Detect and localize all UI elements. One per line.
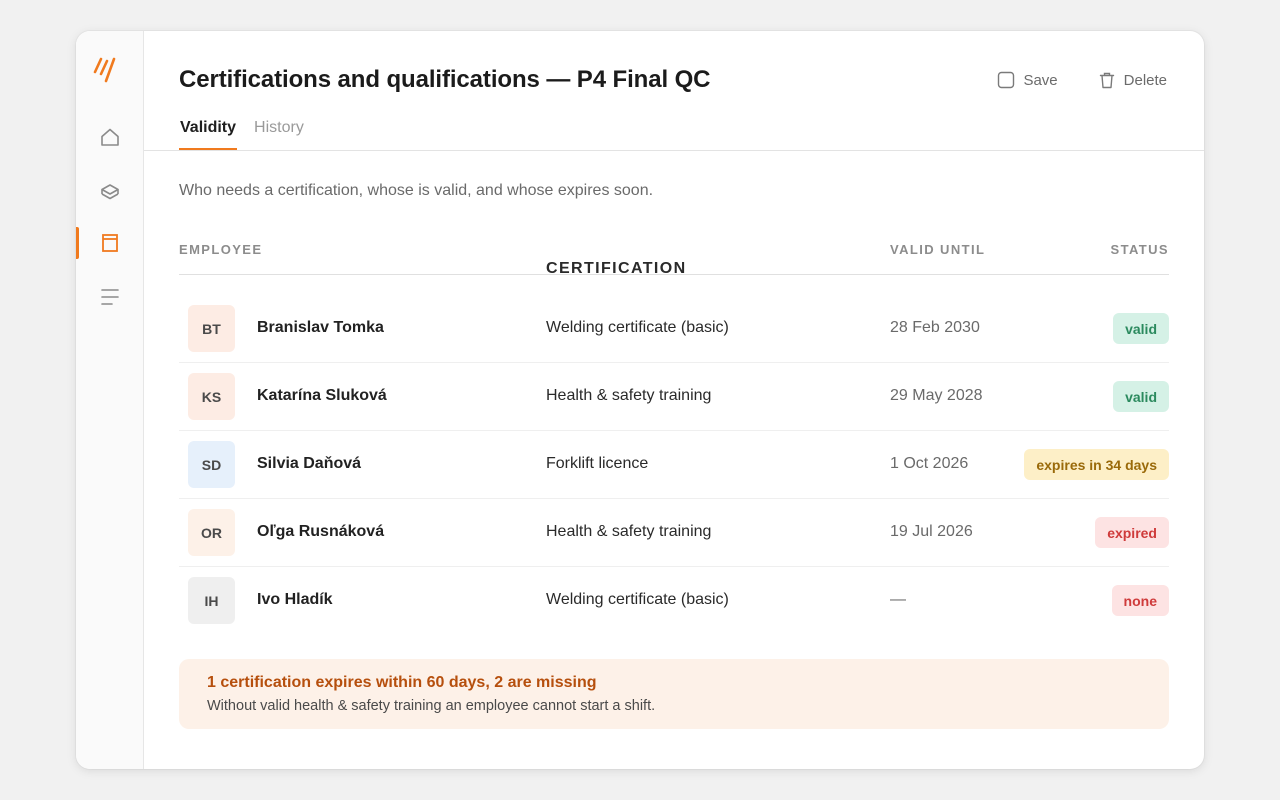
avatar: SD [188,441,235,488]
certification-name: Health & safety training [546,523,712,540]
avatar: BT [188,305,235,352]
main-content: Certifications and qualifications — P4 F… [144,31,1204,769]
sidebar [76,31,144,769]
avatar: IH [188,577,235,624]
trash-icon [1099,72,1114,89]
table-row[interactable]: OR Oľga Rusnáková Health & safety traini… [179,499,1169,567]
employee-name: Katarína Sluková [257,387,387,404]
table-row[interactable]: SD Silvia Daňová Forklift licence 1 Oct … [179,431,1169,499]
delete-label: Delete [1123,71,1167,89]
status-badge: expired [1095,517,1169,548]
layers-icon [101,184,119,200]
tab-history[interactable]: History [253,119,305,150]
column-header-employee: EMPLOYEE [179,242,263,257]
delete-button[interactable]: Delete [1098,71,1167,89]
employee-name: Ivo Hladík [257,591,333,608]
valid-until-date: 29 May 2028 [890,387,983,404]
certification-name: Health & safety training [546,387,712,404]
certification-name: Welding certificate (basic) [546,591,729,608]
employee-name: Oľga Rusnáková [257,523,385,540]
save-label: Save [1023,71,1058,89]
list-icon [101,289,119,305]
status-badge: valid [1113,381,1169,412]
tabs-divider [144,150,1204,151]
logo-icon [92,51,116,83]
app-window: Certifications and qualifications — P4 F… [76,31,1204,769]
warning-notice: 1 certification expires within 60 days, … [179,659,1169,729]
employee-name: Silvia Daňová [257,455,362,472]
status-badge: valid [1113,313,1169,344]
notice-body: Without valid health & safety training a… [207,698,656,714]
valid-until-date: 28 Feb 2030 [890,319,980,336]
tab-validity[interactable]: Validity [179,119,238,150]
sidebar-item-list[interactable] [76,281,144,313]
certifications-table: EMPLOYEE CERTIFICATION VALID UNTIL STATU… [179,236,1169,635]
column-header-certification: CERTIFICATION [546,260,687,277]
status-badge: none [1111,585,1169,616]
table-row[interactable]: KS Katarína Sluková Health & safety trai… [179,363,1169,431]
avatar: OR [188,509,235,556]
certification-name: Forklift licence [546,455,649,472]
sidebar-item-certifications[interactable] [76,227,144,259]
table-header: EMPLOYEE CERTIFICATION VALID UNTIL STATU… [179,236,1169,277]
page-description: Who needs a certification, whose is vali… [179,182,654,199]
save-button[interactable]: Save [997,71,1058,89]
sidebar-item-layers[interactable] [76,177,144,209]
document-icon [102,234,118,252]
avatar: KS [188,373,235,420]
employee-name: Branislav Tomka [257,319,384,336]
notice-title: 1 certification expires within 60 days, … [207,674,597,691]
valid-until-date: — [890,591,906,608]
status-badge: expires in 34 days [1024,449,1169,480]
home-icon [101,128,119,146]
sidebar-item-home[interactable] [76,121,144,153]
page-title: Certifications and qualifications — P4 F… [179,66,711,93]
tab-bar: Validity History [179,119,305,150]
table-row[interactable]: IH Ivo Hladík Welding certificate (basic… [179,567,1169,635]
table-body: BT Branislav Tomka Welding certificate (… [179,295,1169,635]
table-row[interactable]: BT Branislav Tomka Welding certificate (… [179,295,1169,363]
certification-name: Welding certificate (basic) [546,319,729,336]
column-header-valid-until: VALID UNTIL [890,242,986,257]
column-header-status: STATUS [1110,242,1169,257]
header-actions: Save Delete [997,71,1167,89]
checkbox-icon [998,71,1015,89]
valid-until-date: 1 Oct 2026 [890,455,969,472]
valid-until-date: 19 Jul 2026 [890,523,973,540]
